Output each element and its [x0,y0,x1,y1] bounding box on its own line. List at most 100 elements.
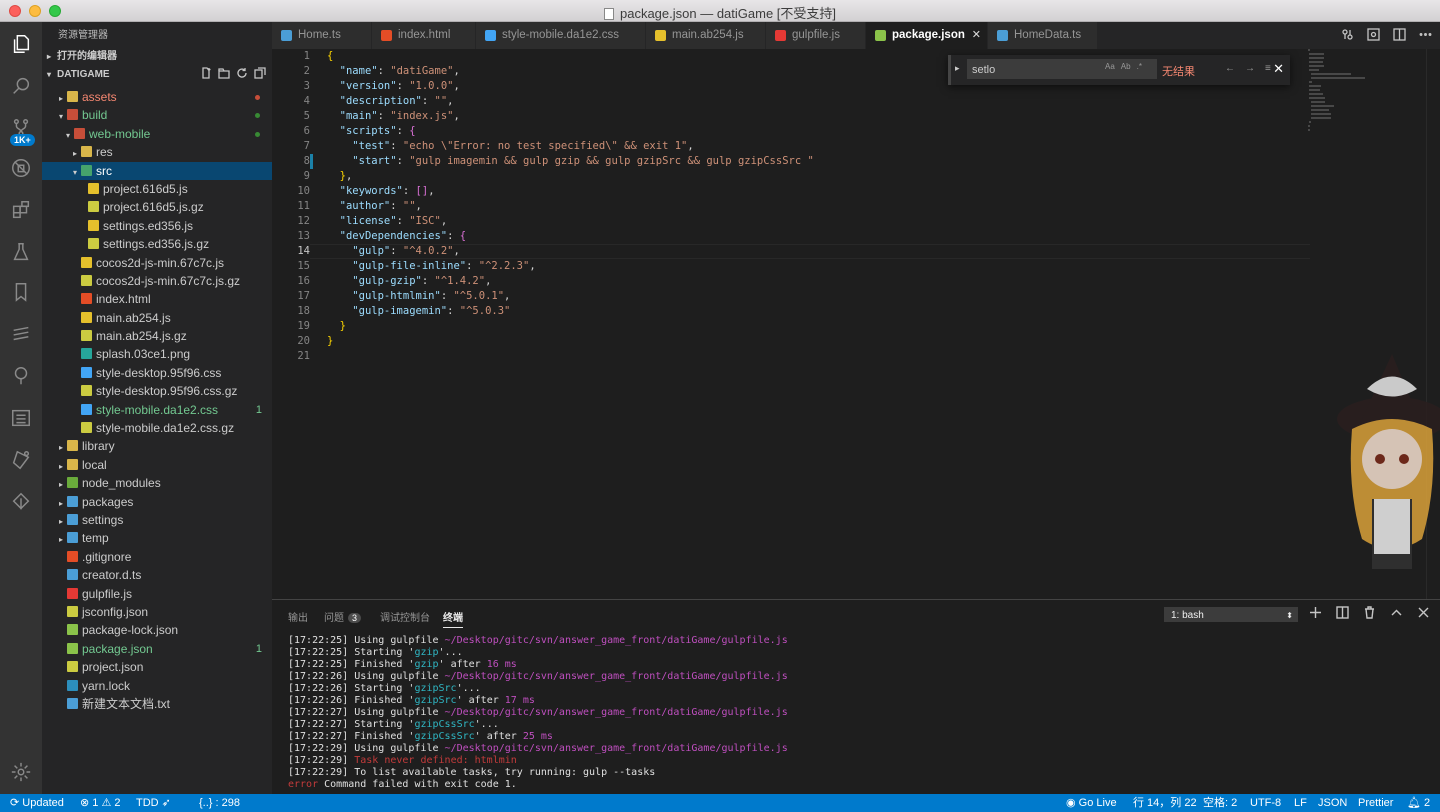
regex-option[interactable]: .* [1137,62,1142,71]
deploy-activity[interactable] [0,482,42,522]
next-match-icon[interactable]: → [1245,63,1255,74]
sync-status[interactable]: ⟳ Updated [10,794,64,812]
tree-item[interactable]: yarn.lock [42,677,272,695]
tree-item[interactable]: ▾ web-mobile [42,125,272,143]
tree-item[interactable]: project.616d5.js [42,180,272,198]
code-line[interactable]: "author": "", [327,199,1327,214]
new-folder-button[interactable] [218,67,230,79]
experiment-activity[interactable] [0,440,42,480]
code-line[interactable]: "description": "", [327,94,1327,109]
indentation-status[interactable]: 空格: 2 [1203,794,1237,812]
encoding-status[interactable]: UTF-8 [1250,794,1281,812]
tree-item[interactable]: style-desktop.95f96.css [42,364,272,382]
language-mode[interactable]: JSON [1318,794,1347,812]
tree-item[interactable]: splash.03ce1.png [42,345,272,363]
go-live-button[interactable]: ◉ Go Live [1066,794,1117,812]
testing-activity[interactable] [0,232,42,272]
panel-tab[interactable]: 调试控制台 [380,609,430,624]
notifications-button[interactable]: 🔔︎ 2 [1407,794,1430,812]
tree-item[interactable]: ▸ packages [42,493,272,511]
tree-item[interactable]: project.json [42,658,272,676]
tree-item[interactable]: ▸ assets [42,88,272,106]
editor-tab[interactable]: main.ab254.js [646,22,766,49]
search-activity[interactable] [0,66,42,106]
tree-item[interactable]: package.json 1 [42,640,272,658]
code-line[interactable]: "devDependencies": { [327,229,1327,244]
minimap[interactable] [1308,49,1388,131]
code-line[interactable]: "scripts": { [327,124,1327,139]
tree-item[interactable]: .gitignore [42,548,272,566]
close-tab-icon[interactable]: ✕ [972,22,981,49]
terminal-selector[interactable]: 1: bash ⬍ [1164,607,1298,622]
tree-item[interactable]: ▸ temp [42,529,272,547]
tree-item[interactable]: 新建文本文档.txt [42,695,272,713]
code-line[interactable]: "gulp": "^4.0.2", [327,244,1327,259]
tree-item[interactable]: style-mobile.da1e2.css.gz [42,419,272,437]
tree-item[interactable]: main.ab254.js.gz [42,327,272,345]
open-changes-button[interactable] [1341,28,1354,44]
maximize-panel-button[interactable] [1390,606,1403,622]
terminal-output[interactable]: [17:22:25] Using gulpfile ~/Desktop/gitc… [288,635,1418,791]
code-line[interactable]: "test": "echo \"Error: no test specified… [327,139,1327,154]
previous-match-icon[interactable]: ← [1225,63,1235,74]
code-line[interactable]: "gulp-gzip": "^1.4.2", [327,274,1327,289]
tree-item[interactable]: ▾ src [42,161,272,180]
find-in-selection-icon[interactable]: ≡ [1265,63,1271,74]
settings-activity[interactable] [0,752,42,792]
tree-item[interactable]: cocos2d-js-min.67c7c.js.gz [42,272,272,290]
code-editor[interactable]: 1 2 3 4 5 6 7 8 9 10 11 12 13 14 15 16 17 18 19 20 21 { "nam… [272,49,1440,599]
tree-item[interactable]: ▸ res [42,143,272,161]
editor-tab[interactable]: Home.ts [272,22,372,49]
editor-tab[interactable]: package.json ✕ [866,22,988,49]
kill-terminal-button[interactable] [1363,606,1376,622]
tree-activity[interactable] [0,356,42,396]
code-line[interactable]: "gulp-imagemin": "^5.0.3" [327,304,1327,319]
tdd-status[interactable]: TDD ➶ [136,794,171,812]
split-terminal-button[interactable] [1336,606,1349,622]
code-line[interactable]: "keywords": [], [327,184,1327,199]
tree-item[interactable]: creator.d.ts [42,566,272,584]
code-line[interactable]: "gulp-file-inline": "^2.2.3", [327,259,1327,274]
code-line[interactable]: "license": "ISC", [327,214,1327,229]
close-panel-button[interactable] [1417,606,1430,622]
tree-item[interactable]: settings.ed356.js.gz [42,235,272,253]
explorer-activity[interactable] [0,24,42,64]
code-line[interactable]: }, [327,169,1327,184]
tree-item[interactable]: style-desktop.95f96.css.gz [42,382,272,400]
code-content[interactable]: { "name": "datiGame", "version": "1.0.0"… [327,49,1327,364]
tree-item[interactable]: style-mobile.da1e2.css 1 [42,401,272,419]
code-line[interactable]: "main": "index.js", [327,109,1327,124]
panel-tab[interactable]: 终端 [443,609,463,628]
split-editor-button[interactable] [1393,27,1406,44]
tree-item[interactable]: jsconfig.json [42,603,272,621]
tree-item[interactable]: ▾ build [42,106,272,124]
editor-tab[interactable]: index.html [372,22,476,49]
new-terminal-button[interactable] [1309,606,1322,622]
editor-tab[interactable]: style-mobile.da1e2.css [476,22,646,49]
whole-word-option[interactable]: Ab [1121,62,1131,71]
code-line[interactable]: } [327,334,1327,349]
cursor-position[interactable]: 行 14，列 22 [1133,794,1197,812]
open-preview-button[interactable] [1367,27,1380,44]
code-line[interactable]: } [327,319,1327,334]
eol-status[interactable]: LF [1294,794,1307,812]
code-line[interactable]: "start": "gulp imagemin && gulp gzip && … [327,154,1327,169]
git-history-activity[interactable] [0,314,42,354]
tree-item[interactable]: gulpfile.js [42,585,272,603]
tree-item[interactable]: project.616d5.js.gz [42,198,272,216]
more-actions-button[interactable] [1419,28,1432,44]
bookmarks-activity[interactable] [0,272,42,312]
bracket-status[interactable]: {..} : 298 [199,794,240,812]
code-line[interactable] [327,349,1327,364]
collapse-all-button[interactable] [254,67,266,79]
editor-tab[interactable]: gulpfile.js [766,22,866,49]
code-line[interactable]: "gulp-htmlmin": "^5.0.1", [327,289,1327,304]
panel-tab[interactable]: 问题 3 [324,609,362,624]
problems-status[interactable]: ⊗ 1 ⚠ 2 [80,794,121,812]
tree-item[interactable]: package-lock.json [42,621,272,639]
open-editors-section[interactable]: ▸ 打开的编辑器 [42,48,272,66]
tree-item[interactable]: ▸ settings [42,511,272,529]
match-case-option[interactable]: Aa [1105,62,1115,71]
tree-item[interactable]: ▸ library [42,437,272,455]
tree-item[interactable]: main.ab254.js [42,309,272,327]
